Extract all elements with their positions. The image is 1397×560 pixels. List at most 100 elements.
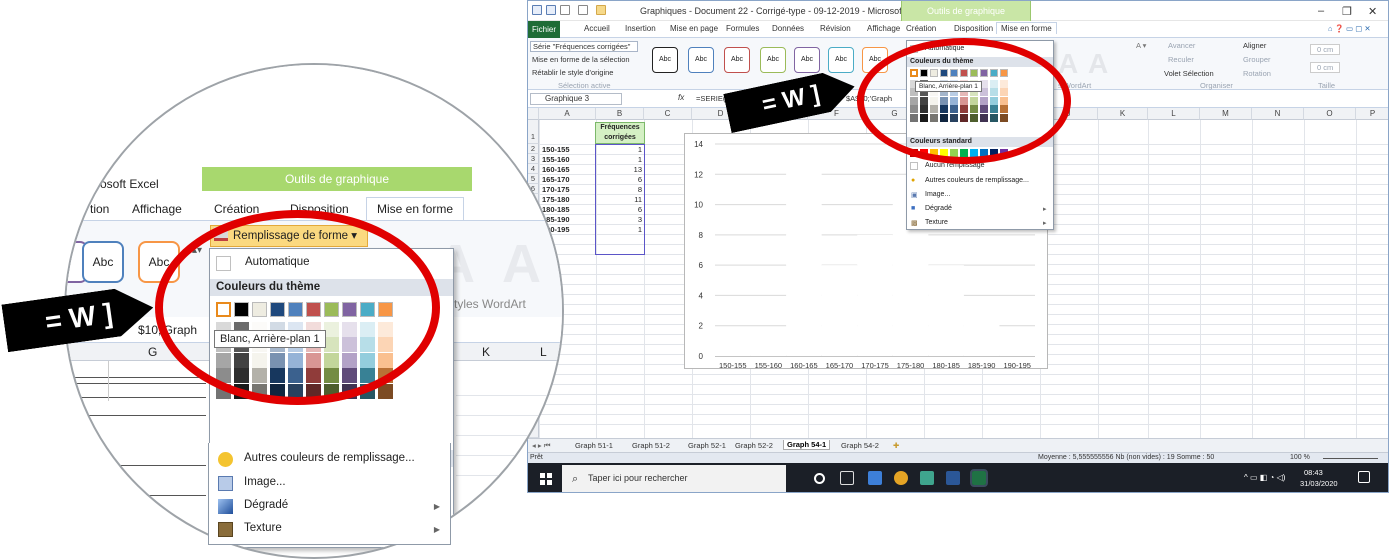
chart-element-select[interactable]: Série "Fréquences corrigées" bbox=[530, 41, 638, 52]
lens-shape-style-blue[interactable]: Abc bbox=[82, 241, 124, 283]
sheet-tab[interactable]: Graph 54-2 bbox=[841, 441, 879, 450]
column-header[interactable]: C bbox=[644, 108, 692, 120]
chrome-icon[interactable] bbox=[894, 471, 908, 485]
align-button[interactable]: Aligner bbox=[1243, 41, 1266, 50]
rotate-button[interactable]: Rotation bbox=[1243, 69, 1271, 78]
save-icon[interactable] bbox=[546, 5, 556, 15]
send-backward-button[interactable]: Reculer bbox=[1168, 55, 1194, 64]
tab-insertion[interactable]: Insertion bbox=[625, 24, 656, 33]
shape-style-6[interactable]: Abc bbox=[828, 47, 854, 73]
redo-icon[interactable] bbox=[578, 5, 588, 15]
tab-fichier[interactable]: Fichier bbox=[528, 21, 560, 38]
taskbar-search-box[interactable]: Taper ici pour rechercher bbox=[562, 465, 786, 492]
column-header[interactable]: L bbox=[1148, 108, 1200, 120]
group-button[interactable]: Grouper bbox=[1243, 55, 1271, 64]
shape-style-1[interactable]: Abc bbox=[652, 47, 678, 73]
column-header[interactable]: P bbox=[1356, 108, 1388, 120]
lens-column-g[interactable]: G bbox=[148, 345, 157, 359]
lens-wordart-a2[interactable]: A bbox=[502, 233, 541, 295]
restore-icon[interactable]: ❐ bbox=[1342, 5, 1352, 18]
notification-icon[interactable] bbox=[1358, 471, 1370, 483]
more-colors-option[interactable]: Autres couleurs de remplissage... bbox=[925, 177, 1029, 184]
tab-accueil[interactable]: Accueil bbox=[584, 24, 610, 33]
task-view-icon[interactable] bbox=[840, 471, 854, 485]
minimize-icon[interactable]: – bbox=[1318, 5, 1324, 17]
y-tick-label: 4 bbox=[699, 291, 704, 300]
frequency-cell[interactable]: 11 bbox=[598, 195, 642, 204]
column-header[interactable]: B bbox=[596, 108, 644, 120]
sheet-tab[interactable]: Graph 51-1 bbox=[575, 441, 613, 450]
lens-gradient-option[interactable]: Dégradé bbox=[244, 499, 288, 511]
tab-revision[interactable]: Révision bbox=[820, 24, 851, 33]
zoom-level[interactable]: 100 % bbox=[1290, 454, 1310, 461]
lens-tab-affichage[interactable]: Affichage bbox=[132, 202, 182, 216]
image-option[interactable]: Image... bbox=[925, 191, 950, 198]
sheet-tab[interactable]: Graph 52-1 bbox=[688, 441, 726, 450]
selection-pane-button[interactable]: Volet Sélection bbox=[1164, 69, 1214, 78]
lens-texture-option[interactable]: Texture bbox=[244, 522, 282, 534]
table-header-cell[interactable]: Fréquences corrigées bbox=[595, 122, 645, 144]
file-explorer-icon[interactable] bbox=[868, 471, 882, 485]
no-fill-swatch[interactable] bbox=[910, 162, 918, 170]
frequency-cell[interactable]: 6 bbox=[598, 205, 642, 214]
close-icon[interactable]: ✕ bbox=[1368, 5, 1377, 18]
lens-grid-vline bbox=[108, 361, 109, 401]
zoom-slider[interactable] bbox=[1323, 458, 1378, 459]
frequency-cell[interactable]: 13 bbox=[598, 165, 642, 174]
cortana-icon[interactable] bbox=[814, 473, 825, 484]
tab-donnees[interactable]: Données bbox=[772, 24, 804, 33]
frequency-cell[interactable]: 3 bbox=[598, 215, 642, 224]
frequency-cell[interactable]: 1 bbox=[598, 155, 642, 164]
tab-disposition[interactable]: Disposition bbox=[954, 24, 993, 33]
fx-icon[interactable]: fx bbox=[678, 93, 684, 102]
system-tray-icons[interactable]: ^ ▭ ◧ ◔ ◁) bbox=[1244, 473, 1285, 482]
bring-forward-button[interactable]: Avancer bbox=[1168, 41, 1195, 50]
frequency-cell[interactable]: 1 bbox=[598, 225, 642, 234]
shape-style-2[interactable]: Abc bbox=[688, 47, 714, 73]
new-sheet-icon[interactable]: ✚ bbox=[893, 441, 899, 450]
lens-column-k[interactable]: K bbox=[482, 345, 490, 359]
wordart-style-a2[interactable]: A bbox=[1088, 48, 1108, 80]
lens-tab-mise-en-forme[interactable]: Mise en forme bbox=[366, 197, 465, 220]
word-icon[interactable] bbox=[946, 471, 960, 485]
open-folder-icon[interactable] bbox=[596, 5, 606, 15]
texture-option[interactable]: Texture bbox=[925, 219, 948, 226]
excel-icon[interactable] bbox=[532, 5, 542, 15]
tab-formules[interactable]: Formules bbox=[726, 24, 759, 33]
chart-bar bbox=[786, 159, 822, 356]
format-selection-button[interactable]: Mise en forme de la sélection bbox=[532, 55, 630, 64]
frequency-cell[interactable]: 1 bbox=[598, 145, 642, 154]
lens-gradient-icon bbox=[218, 499, 233, 514]
lens-context-tab: Outils de graphique bbox=[202, 167, 472, 191]
sheet-nav-icon[interactable]: ◂ ▸ ⏮ bbox=[532, 441, 550, 451]
chart-bar bbox=[821, 265, 858, 356]
lens-grid-hline bbox=[66, 397, 206, 398]
column-header[interactable]: N bbox=[1252, 108, 1304, 120]
sheet-tab[interactable]: Graph 51-2 bbox=[632, 441, 670, 450]
shape-style-3[interactable]: Abc bbox=[724, 47, 750, 73]
shape-style-5[interactable]: Abc bbox=[794, 47, 820, 73]
excel-taskbar-icon[interactable] bbox=[970, 469, 988, 487]
sheet-tab-active[interactable]: Graph 54-1 bbox=[783, 440, 831, 450]
height-input[interactable]: 0 cm bbox=[1310, 44, 1341, 55]
frequency-cell[interactable]: 6 bbox=[598, 175, 642, 184]
undo-icon[interactable] bbox=[560, 5, 570, 15]
text-fill-icon[interactable]: A ▾ bbox=[1136, 41, 1146, 50]
tab-mise-en-forme[interactable]: Mise en forme bbox=[996, 22, 1057, 34]
publisher-icon[interactable] bbox=[920, 471, 934, 485]
column-header[interactable]: M bbox=[1200, 108, 1252, 120]
column-header[interactable]: O bbox=[1304, 108, 1356, 120]
lens-image-option[interactable]: Image... bbox=[244, 476, 286, 488]
tab-creation[interactable]: Création bbox=[906, 24, 936, 33]
column-header[interactable]: K bbox=[1098, 108, 1148, 120]
tab-mise-en-page[interactable]: Mise en page bbox=[670, 24, 718, 33]
frequency-cell[interactable]: 8 bbox=[598, 185, 642, 194]
shape-style-4[interactable]: Abc bbox=[760, 47, 786, 73]
lens-column-l[interactable]: L bbox=[540, 345, 547, 359]
lens-more-colors-option[interactable]: Autres couleurs de remplissage... bbox=[244, 452, 415, 464]
sheet-tab[interactable]: Graph 52-2 bbox=[735, 441, 773, 450]
tab-affichage[interactable]: Affichage bbox=[867, 24, 900, 33]
width-input[interactable]: 0 cm bbox=[1310, 62, 1341, 73]
help-icon[interactable]: ⌂ ❓ ▭ ▢ ✕ bbox=[1328, 24, 1371, 33]
gradient-option[interactable]: Dégradé bbox=[925, 205, 952, 212]
